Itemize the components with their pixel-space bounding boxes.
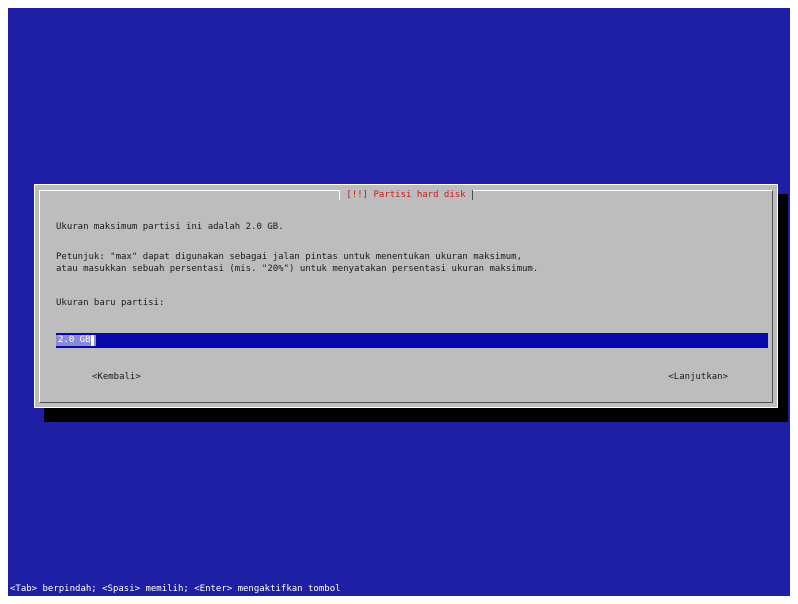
dialog-title: [!!] Partisi hard disk [339, 190, 473, 200]
partition-dialog: [!!] Partisi hard disk Ukuran maksimum p… [34, 184, 778, 408]
partition-size-value: 2.0 GB [56, 335, 96, 346]
hint-line-2: atau masukkan sebuah persentasi (mis. "2… [56, 264, 539, 274]
back-button[interactable]: <Kembali> [92, 371, 141, 383]
dialog-title-bar: [!!] Partisi hard disk [40, 189, 772, 201]
status-bar: <Tab> berpindah; <Spasi> memilih; <Enter… [10, 584, 341, 594]
partition-size-input[interactable]: 2.0 GB [56, 333, 768, 348]
hint-line-1: Petunjuk: "max" dapat digunakan sebagai … [56, 252, 522, 262]
new-size-label: Ukuran baru partisi: [56, 298, 165, 308]
installer-screen: [!!] Partisi hard disk Ukuran maksimum p… [8, 8, 790, 596]
continue-button[interactable]: <Lanjutkan> [668, 371, 728, 383]
max-size-text: Ukuran maksimum partisi ini adalah 2.0 G… [56, 222, 284, 232]
text-cursor [90, 335, 94, 346]
input-text: 2.0 GB [58, 335, 91, 345]
dialog-frame: [!!] Partisi hard disk Ukuran maksimum p… [39, 190, 773, 403]
